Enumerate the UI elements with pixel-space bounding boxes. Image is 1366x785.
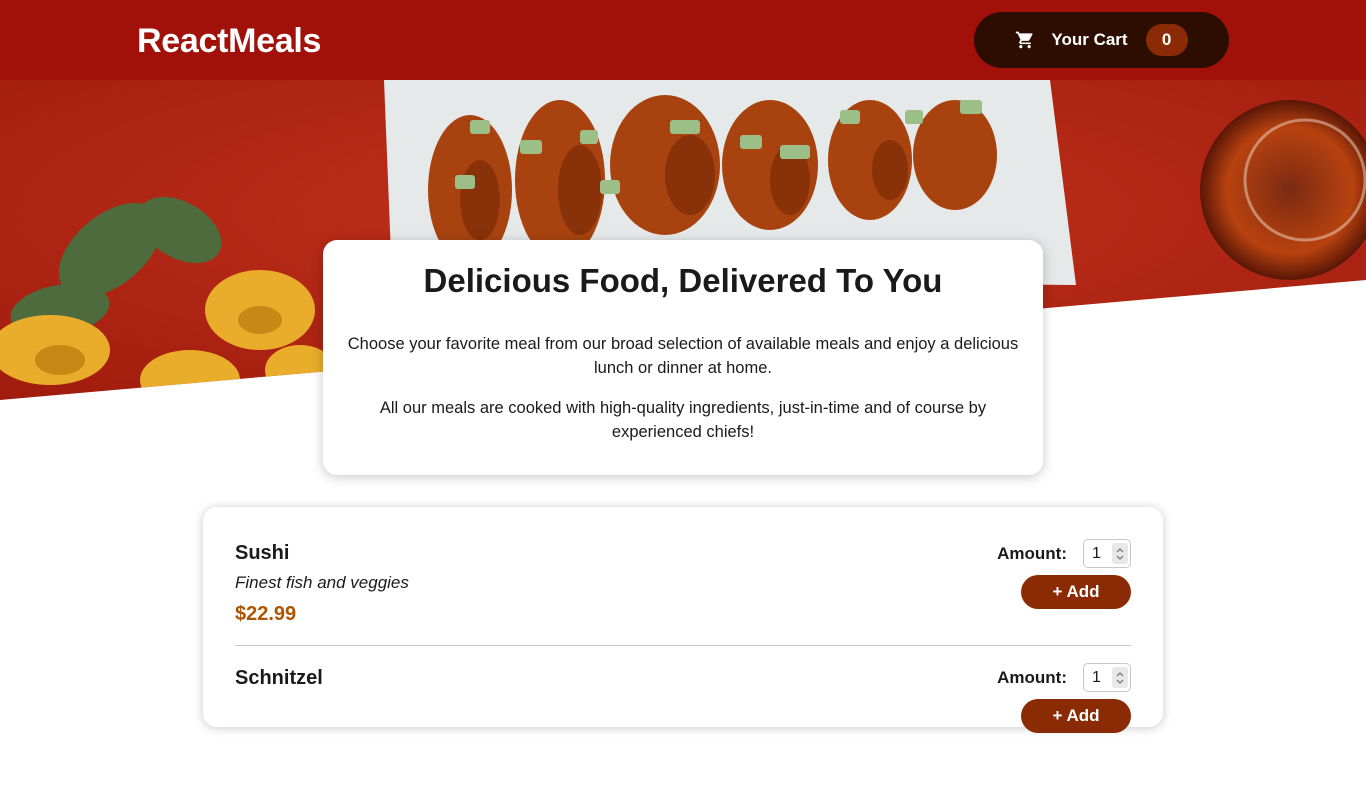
amount-control: Amount: 1 xyxy=(997,539,1131,568)
summary-card: Delicious Food, Delivered To You Choose … xyxy=(323,240,1043,475)
meal-item: Schnitzel Amount: 1 + Add xyxy=(235,646,1131,785)
cart-label: Your Cart xyxy=(1051,30,1128,49)
amount-value: 1 xyxy=(1092,544,1101,562)
add-button[interactable]: + Add xyxy=(1021,575,1131,609)
meals-list: Sushi Finest fish and veggies $22.99 Amo… xyxy=(203,507,1163,733)
spinner-icon[interactable] xyxy=(1112,667,1128,688)
cart-count-badge: 0 xyxy=(1145,24,1188,56)
meal-item: Sushi Finest fish and veggies $22.99 Amo… xyxy=(235,507,1131,646)
meal-name: Sushi xyxy=(235,542,290,564)
meal-price: $22.99 xyxy=(235,603,297,625)
amount-value: 1 xyxy=(1092,668,1101,686)
amount-label: Amount: xyxy=(997,543,1067,563)
app-logo: ReactMeals xyxy=(137,22,322,60)
amount-input[interactable]: 1 xyxy=(1083,539,1131,568)
meal-name: Schnitzel xyxy=(235,667,323,689)
summary-paragraph-1: Choose your favorite meal from our broad… xyxy=(347,335,1019,377)
add-button[interactable]: + Add xyxy=(1021,699,1131,733)
spinner-icon[interactable] xyxy=(1112,543,1128,564)
amount-label: Amount: xyxy=(997,667,1067,687)
meal-description: Finest fish and veggies xyxy=(235,573,409,592)
shopping-cart-icon xyxy=(1015,30,1035,50)
summary-title: Delicious Food, Delivered To You xyxy=(423,262,943,299)
app-header: ReactMeals Your Cart 0 xyxy=(0,0,1366,80)
amount-control: Amount: 1 xyxy=(997,663,1131,692)
cart-button[interactable]: Your Cart 0 xyxy=(974,12,1229,68)
summary-paragraph-2: All our meals are cooked with high-quali… xyxy=(379,399,987,441)
amount-input[interactable]: 1 xyxy=(1083,663,1131,692)
